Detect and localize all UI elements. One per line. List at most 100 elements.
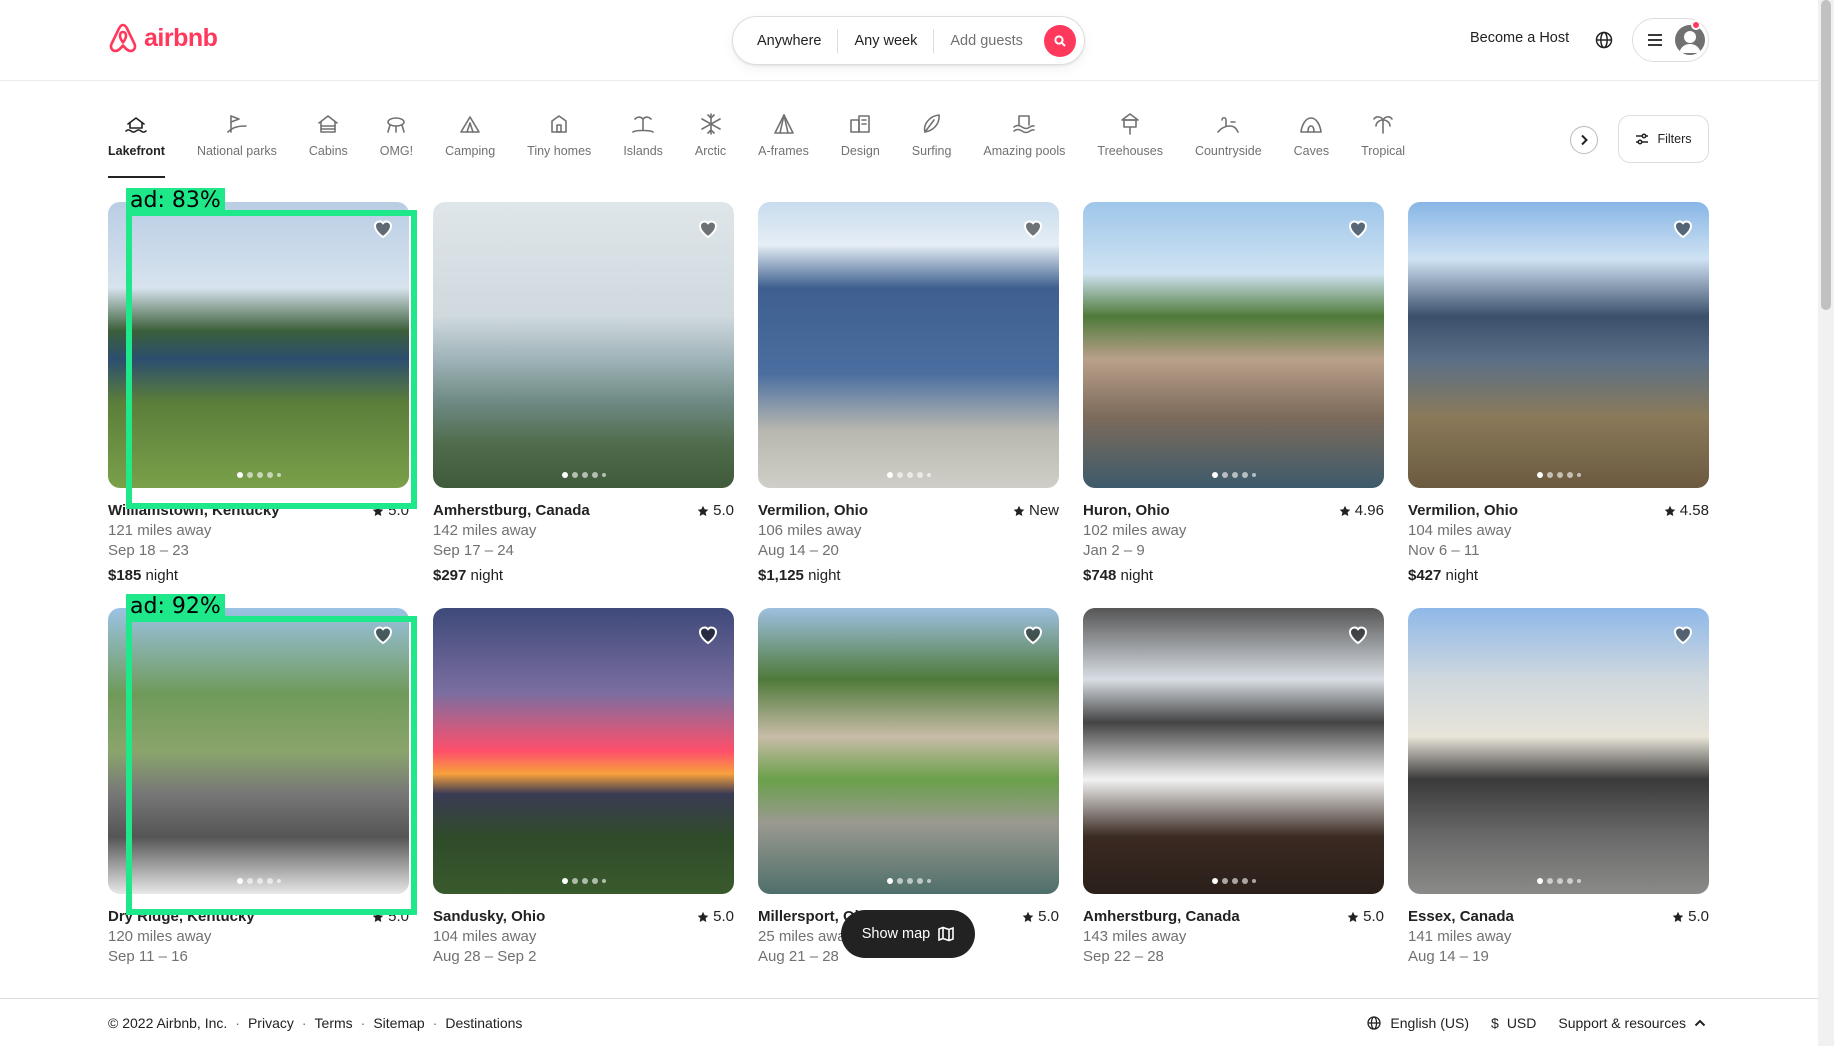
show-map-button[interactable]: Show map [841, 910, 975, 958]
footer-link-privacy[interactable]: Privacy [248, 1015, 294, 1031]
pagination-dot[interactable] [886, 878, 893, 884]
pagination-dot[interactable] [1231, 472, 1238, 478]
language-button[interactable]: English (US) [1366, 1015, 1469, 1031]
listing-photo[interactable] [108, 608, 409, 894]
listing-card[interactable]: Amherstburg, Canada 5.0 143 miles away Sep … [1083, 608, 1384, 965]
support-resources-button[interactable]: Support & resources [1558, 1015, 1706, 1031]
search-who[interactable]: Add guests [934, 29, 1039, 53]
pagination-dot[interactable] [896, 878, 903, 884]
listing-card[interactable]: Sandusky, Ohio 5.0 104 miles away Aug 28 – … [433, 608, 734, 965]
footer-link-sitemap[interactable]: Sitemap [373, 1015, 424, 1031]
category-arctic[interactable]: Arctic [679, 112, 742, 178]
search-button[interactable] [1044, 25, 1076, 57]
listing-photo[interactable] [758, 202, 1059, 488]
pagination-dot[interactable] [1566, 472, 1573, 478]
pagination-dot[interactable] [1556, 878, 1563, 884]
currency-button[interactable]: $ USD [1491, 1015, 1536, 1031]
search-bar[interactable]: Anywhere Any week Add guests [732, 16, 1085, 65]
category-tiny-homes[interactable]: Tiny homes [511, 112, 607, 178]
listing-photo[interactable] [108, 202, 409, 488]
become-host-link[interactable]: Become a Host [1470, 30, 1569, 46]
footer-link-terms[interactable]: Terms [315, 1015, 353, 1031]
pagination-dot[interactable] [1536, 878, 1543, 884]
pagination-dot[interactable] [1241, 878, 1248, 884]
listing-card[interactable]: Dry Ridge, Kentucky 5.0 120 miles away Sep … [108, 594, 417, 965]
pagination-dot[interactable] [1566, 878, 1573, 884]
listing-card[interactable]: Amherstburg, Canada 5.0 142 miles away Sep … [433, 202, 734, 584]
pagination-dot[interactable] [246, 878, 253, 884]
category-next-button[interactable] [1570, 126, 1598, 154]
pagination-dot[interactable] [581, 878, 588, 884]
footer-link-destinations[interactable]: Destinations [445, 1015, 522, 1031]
listing-photo[interactable] [758, 608, 1059, 894]
pagination-dot[interactable] [256, 878, 263, 884]
pagination-dot[interactable] [581, 472, 588, 478]
pagination-dot[interactable] [926, 473, 931, 477]
pagination-dot[interactable] [266, 472, 273, 478]
heart-icon[interactable] [1021, 622, 1045, 646]
pagination-dot[interactable] [1556, 472, 1563, 478]
airbnb-logo[interactable]: airbnb [108, 22, 218, 54]
pagination-dot[interactable] [236, 878, 243, 884]
heart-icon[interactable] [1671, 216, 1695, 240]
pagination-dot[interactable] [276, 879, 281, 883]
pagination-dot[interactable] [1221, 878, 1228, 884]
pagination-dot[interactable] [266, 878, 273, 884]
heart-icon[interactable] [1346, 216, 1370, 240]
pagination-dot[interactable] [276, 473, 281, 477]
listing-photo[interactable] [1408, 608, 1709, 894]
listing-photo[interactable] [1083, 202, 1384, 488]
pagination-dot[interactable] [1241, 472, 1248, 478]
filters-button[interactable]: Filters [1618, 115, 1709, 163]
search-when[interactable]: Any week [838, 29, 933, 53]
heart-icon[interactable] [1346, 622, 1370, 646]
category-design[interactable]: Design [825, 112, 896, 178]
category-countryside[interactable]: Countryside [1179, 112, 1278, 178]
category-treehouses[interactable]: Treehouses [1081, 112, 1179, 178]
pagination-dot[interactable] [906, 878, 913, 884]
pagination-dot[interactable] [601, 473, 606, 477]
category-camping[interactable]: Camping [429, 112, 511, 178]
pagination-dot[interactable] [1536, 472, 1543, 478]
listing-card[interactable]: Huron, Ohio 4.96 102 miles away Jan 2 – 9 $7… [1083, 202, 1384, 584]
pagination-dot[interactable] [1251, 879, 1256, 883]
pagination-dot[interactable] [571, 472, 578, 478]
listing-card[interactable]: Williamstown, Kentucky 5.0 121 miles away S… [108, 188, 417, 584]
heart-icon[interactable] [696, 622, 720, 646]
pagination-dot[interactable] [1211, 472, 1218, 478]
pagination-dot[interactable] [591, 472, 598, 478]
pagination-dot[interactable] [561, 878, 568, 884]
heart-icon[interactable] [1671, 622, 1695, 646]
listing-photo[interactable] [433, 608, 734, 894]
category-national-parks[interactable]: National parks [181, 112, 293, 178]
category-caves[interactable]: Caves [1278, 112, 1345, 178]
pagination-dot[interactable] [1231, 878, 1238, 884]
pagination-dot[interactable] [1576, 879, 1581, 883]
pagination-dot[interactable] [246, 472, 253, 478]
category-islands[interactable]: Islands [607, 112, 679, 178]
heart-icon[interactable] [371, 216, 395, 240]
pagination-dot[interactable] [1576, 473, 1581, 477]
pagination-dot[interactable] [886, 472, 893, 478]
pagination-dot[interactable] [1546, 472, 1553, 478]
pagination-dot[interactable] [916, 878, 923, 884]
pagination-dot[interactable] [571, 878, 578, 884]
pagination-dot[interactable] [916, 472, 923, 478]
listing-photo[interactable] [1408, 202, 1709, 488]
pagination-dot[interactable] [561, 472, 568, 478]
listing-card[interactable]: Vermilion, Ohio 4.58 104 miles away Nov 6 –… [1408, 202, 1709, 584]
category-amazing-pools[interactable]: Amazing pools [967, 112, 1081, 178]
category-surfing[interactable]: Surfing [896, 112, 968, 178]
category-cabins[interactable]: Cabins [293, 112, 364, 178]
pagination-dot[interactable] [1546, 878, 1553, 884]
pagination-dot[interactable] [896, 472, 903, 478]
pagination-dot[interactable] [1211, 878, 1218, 884]
category-a-frames[interactable]: A-frames [742, 112, 825, 178]
scrollbar-thumb[interactable] [1821, 0, 1831, 310]
listing-card[interactable]: Essex, Canada 5.0 141 miles away Aug 14 – 1… [1408, 608, 1709, 965]
listing-photo[interactable] [433, 202, 734, 488]
heart-icon[interactable] [696, 216, 720, 240]
pagination-dot[interactable] [926, 879, 931, 883]
search-where[interactable]: Anywhere [741, 29, 837, 53]
pagination-dot[interactable] [591, 878, 598, 884]
